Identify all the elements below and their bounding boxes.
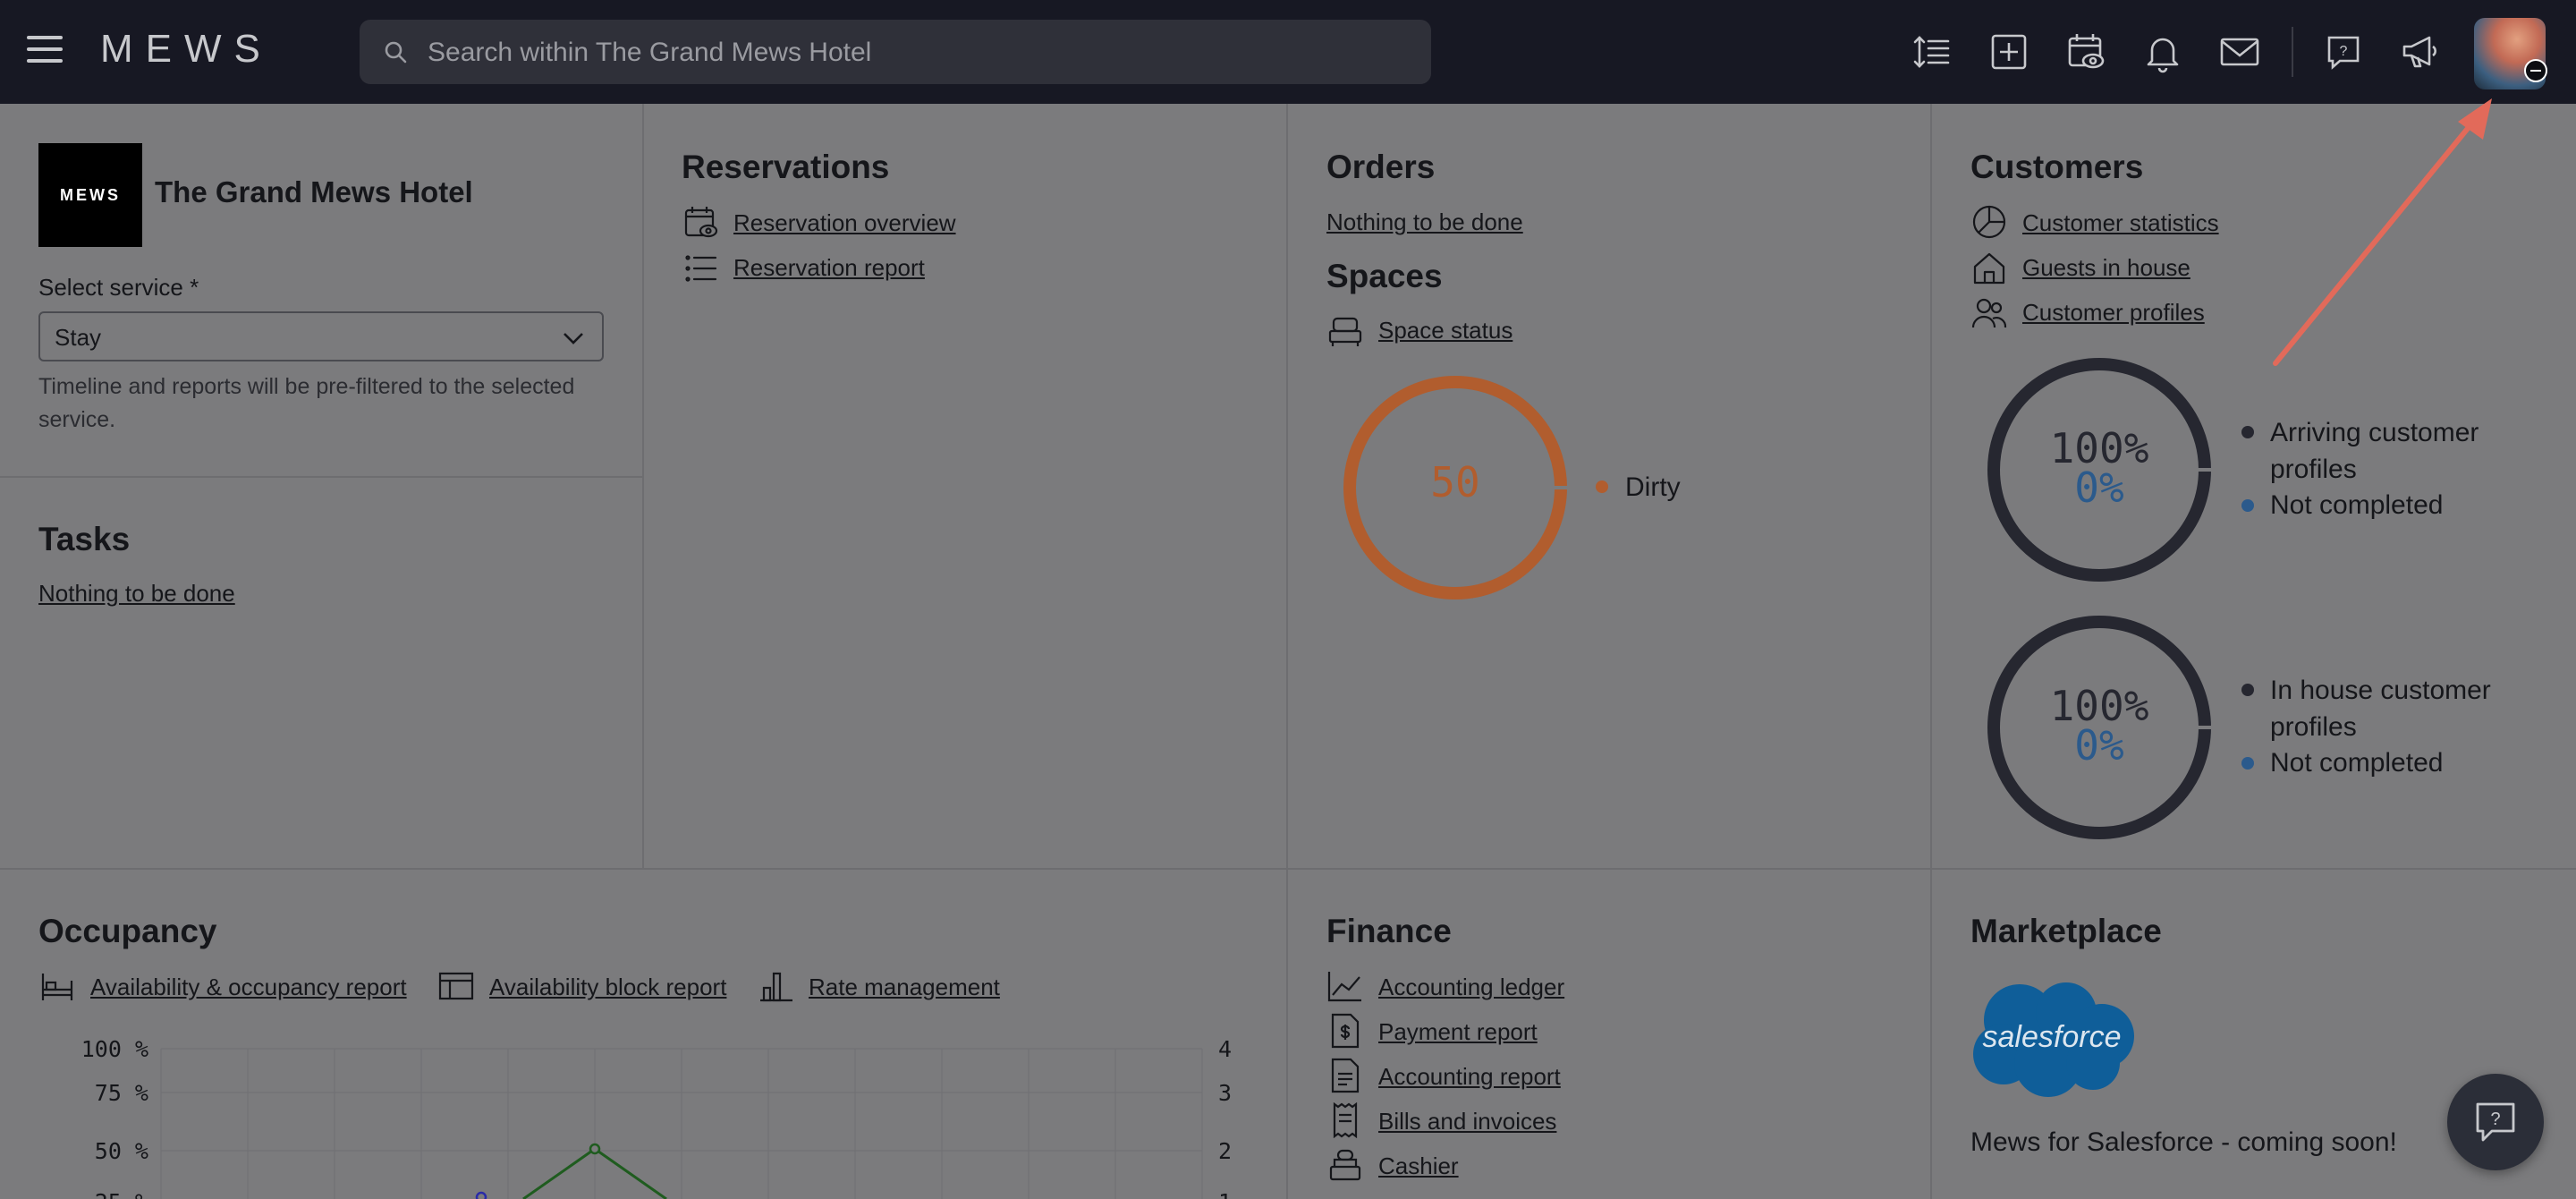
y-left-tick-label: 100 % xyxy=(81,1036,148,1062)
service-label: Select service * xyxy=(38,274,199,301)
bed-frame-icon xyxy=(41,974,73,1000)
guests-in-house-link[interactable]: Guests in house xyxy=(2022,254,2190,282)
salesforce-coming-soon: Mews for Salesforce - coming soon! xyxy=(1970,1127,2397,1157)
availability-block-report-link[interactable]: Availability block report xyxy=(489,974,726,1001)
occupancy-title: Occupancy xyxy=(38,913,217,949)
accounting-report-link[interactable]: Accounting report xyxy=(1378,1063,1561,1091)
y-left-tick-label: 50 % xyxy=(95,1138,148,1164)
marketplace-title: Marketplace xyxy=(1970,913,2162,949)
chevron-down-icon xyxy=(564,333,583,344)
list-icon xyxy=(685,255,717,282)
orders-title: Orders xyxy=(1326,149,1436,185)
tasks-title: Tasks xyxy=(38,521,131,557)
cashier-link[interactable]: Cashier xyxy=(1378,1152,1459,1180)
in-house-donut-secondary: 0% xyxy=(2074,721,2124,770)
customer-statistics-link[interactable]: Customer statistics xyxy=(2022,209,2219,237)
space-status-link[interactable]: Space status xyxy=(1378,317,1513,344)
search-icon xyxy=(385,41,407,64)
reservation-report-link[interactable]: Reservation report xyxy=(733,254,925,282)
dollar-document-icon xyxy=(1331,1013,1360,1049)
people-icon xyxy=(1971,298,2007,328)
house-icon xyxy=(1973,252,2005,285)
finance-title: Finance xyxy=(1326,913,1452,949)
not-completed-legend-dot xyxy=(2241,757,2254,770)
y-left-tick-label: 75 % xyxy=(95,1080,148,1106)
service-helper-text: Timeline and reports will be pre-filtere… xyxy=(38,374,575,432)
bell-icon[interactable] xyxy=(2141,30,2184,73)
arriving-legend-dot xyxy=(2241,426,2254,438)
search-input[interactable] xyxy=(426,20,1413,86)
hamburger-menu-icon[interactable] xyxy=(27,36,63,68)
customer-profiles-link[interactable]: Customer profiles xyxy=(2022,299,2205,327)
not-completed-legend-label: Not completed xyxy=(2270,490,2444,520)
panel-divider xyxy=(0,868,2576,870)
reservation-overview-link[interactable]: Reservation overview xyxy=(733,209,956,237)
receipt-icon xyxy=(1333,1102,1358,1138)
occupancy-chart: 100 % 75 % 50 % 25 % 4 3 2 1 xyxy=(81,1036,1232,1199)
search-bar[interactable] xyxy=(360,20,1431,86)
bills-and-invoices-link[interactable]: Bills and invoices xyxy=(1378,1108,1556,1135)
y-right-tick-label: 4 xyxy=(1218,1036,1232,1062)
panel-divider xyxy=(1930,104,1932,1199)
annotation-arrow xyxy=(2273,98,2492,366)
availability-occupancy-report-link[interactable]: Availability & occupancy report xyxy=(90,974,407,1001)
bar-chart-icon xyxy=(760,972,792,1002)
help-chat-icon[interactable]: ? xyxy=(2322,30,2365,73)
pie-chart-icon xyxy=(1972,205,2006,239)
minus-badge-icon xyxy=(2524,59,2547,82)
y-right-tick-label: 3 xyxy=(1218,1080,1232,1106)
panel-divider xyxy=(642,104,644,868)
svg-text:?: ? xyxy=(2490,1110,2500,1129)
payment-report-link[interactable]: Payment report xyxy=(1378,1018,1538,1046)
arriving-legend-label: Arriving customer profiles xyxy=(2270,418,2479,484)
toolbar-divider xyxy=(2292,27,2293,77)
salesforce-logo[interactable]: salesforce xyxy=(1968,981,2138,1099)
salesforce-logo-text: salesforce xyxy=(1983,1020,2122,1054)
dirty-legend-dot xyxy=(1596,480,1608,493)
sort-lines-icon[interactable] xyxy=(1911,30,1953,73)
bed-icon xyxy=(1328,317,1362,346)
service-select[interactable]: Stay xyxy=(38,311,604,361)
help-chat-button[interactable]: ? xyxy=(2447,1074,2544,1170)
mail-icon[interactable] xyxy=(2218,30,2261,73)
accounting-ledger-link[interactable]: Accounting ledger xyxy=(1378,974,1564,1001)
rate-management-link[interactable]: Rate management xyxy=(809,974,1000,1001)
table-icon xyxy=(438,972,474,1000)
in-house-legend-label: In house customer profiles xyxy=(2270,676,2491,742)
y-left-tick-label: 25 % xyxy=(95,1189,148,1199)
line-chart-icon xyxy=(1327,972,1361,1002)
in-house-legend-dot xyxy=(2241,684,2254,696)
y-right-tick-label: 1 xyxy=(1218,1189,1232,1199)
not-completed-legend-label: Not completed xyxy=(2270,748,2444,778)
cash-register-icon xyxy=(1329,1149,1361,1181)
panel-divider xyxy=(0,476,642,478)
tasks-nothing-link[interactable]: Nothing to be done xyxy=(38,580,235,608)
brand-logo[interactable]: MEWS xyxy=(100,27,273,72)
series-point xyxy=(589,1143,601,1155)
reservations-title: Reservations xyxy=(682,149,890,185)
orders-nothing-link[interactable]: Nothing to be done xyxy=(1326,208,1523,236)
spaces-donut-value: 50 xyxy=(1430,458,1480,506)
spaces-title: Spaces xyxy=(1326,258,1443,294)
help-chat-icon: ? xyxy=(2476,1102,2515,1142)
megaphone-icon[interactable] xyxy=(2399,30,2442,73)
customers-title: Customers xyxy=(1970,149,2144,185)
top-bar: MEWS ? xyxy=(0,0,2576,104)
arriving-donut-secondary: 0% xyxy=(2074,463,2124,512)
calendar-eye-icon[interactable] xyxy=(2064,30,2107,73)
series-point xyxy=(475,1191,487,1199)
panel-divider xyxy=(1286,104,1288,1199)
report-document-icon xyxy=(1331,1058,1360,1093)
add-box-icon[interactable] xyxy=(1987,30,2030,73)
service-value: Stay xyxy=(55,324,102,351)
hotel-name: The Grand Mews Hotel xyxy=(155,175,473,208)
svg-text:?: ? xyxy=(2340,44,2348,59)
dirty-legend-label: Dirty xyxy=(1625,472,1681,502)
not-completed-legend-dot xyxy=(2241,499,2254,512)
calendar-eye-icon xyxy=(684,207,718,238)
hotel-logo: MEWS xyxy=(38,143,142,247)
y-right-tick-label: 2 xyxy=(1218,1138,1232,1164)
